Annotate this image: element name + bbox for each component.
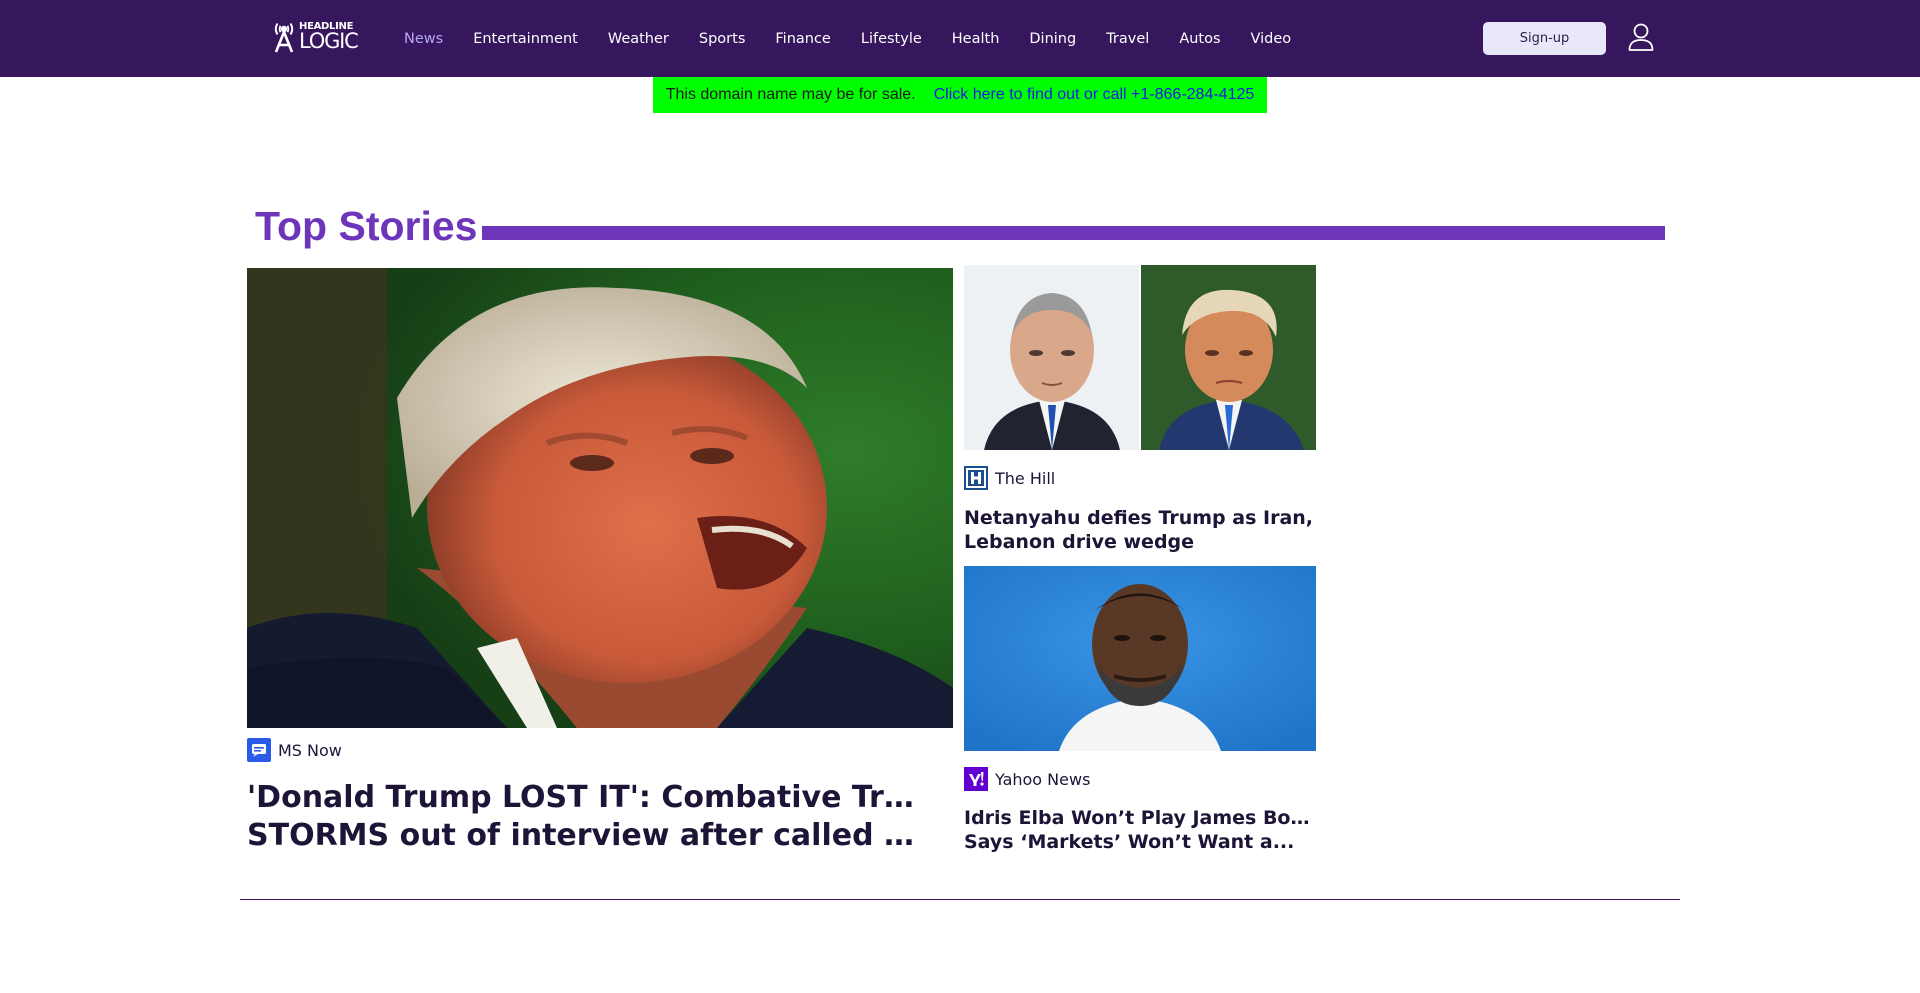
side-story-2-source[interactable]: Yahoo News bbox=[964, 767, 1090, 791]
main-story-source[interactable]: MS Now bbox=[247, 738, 342, 762]
source-name: The Hill bbox=[995, 468, 1056, 488]
nav-item-health[interactable]: Health bbox=[937, 31, 1015, 47]
nav-item-news[interactable]: News bbox=[389, 31, 458, 47]
sign-up-button[interactable]: Sign-up bbox=[1483, 22, 1606, 55]
nav-item-weather[interactable]: Weather bbox=[593, 31, 684, 47]
nav-item-sports[interactable]: Sports bbox=[684, 31, 760, 47]
domain-for-sale-banner: This domain name may be for sale. Click … bbox=[653, 77, 1267, 113]
nav-item-dining[interactable]: Dining bbox=[1014, 31, 1091, 47]
headline-line-2: Lebanon drive wedge bbox=[964, 531, 1195, 553]
section-divider-bar bbox=[482, 226, 1665, 240]
source-name: MS Now bbox=[278, 740, 342, 760]
headline-line-1: Netanyahu defies Trump as Iran, bbox=[964, 507, 1314, 529]
top-navigation-bar: HEADLINE LOGIC News Entertainment Weathe… bbox=[0, 0, 1920, 77]
side-story-1-source[interactable]: The Hill bbox=[964, 466, 1055, 490]
nav-item-video[interactable]: Video bbox=[1236, 31, 1307, 47]
side-story-2-headline[interactable]: Idris Elba Won’t Play James Bond, Says ‘… bbox=[964, 806, 1316, 856]
top-stories-title: Top Stories bbox=[255, 203, 478, 249]
headline-line-1: Idris Elba Won’t Play James Bond, bbox=[964, 807, 1316, 829]
nav-item-travel[interactable]: Travel bbox=[1091, 31, 1164, 47]
main-story-headline[interactable]: 'Donald Trump LOST IT': Combative Trump … bbox=[247, 779, 927, 857]
logo-line-2: LOGIC bbox=[299, 29, 359, 53]
headline-line-1: 'Donald Trump LOST IT': Combative Trump bbox=[247, 780, 927, 815]
ms-now-icon bbox=[247, 738, 271, 762]
source-name: Yahoo News bbox=[995, 769, 1091, 789]
logo-wordmark: HEADLINE LOGIC bbox=[299, 22, 359, 53]
headline-line-2: Says ‘Markets’ Won’t Want a... bbox=[964, 831, 1295, 853]
yahoo-icon bbox=[964, 767, 988, 791]
section-bottom-divider bbox=[240, 899, 1680, 900]
side-story-2-image[interactable] bbox=[964, 566, 1316, 751]
user-icon[interactable] bbox=[1628, 23, 1654, 51]
side-story-1-image[interactable] bbox=[964, 265, 1316, 450]
nav-item-entertainment[interactable]: Entertainment bbox=[458, 31, 593, 47]
main-nav: News Entertainment Weather Sports Financ… bbox=[389, 0, 1306, 77]
the-hill-icon bbox=[964, 466, 988, 490]
nav-item-lifestyle[interactable]: Lifestyle bbox=[846, 31, 937, 47]
headline-line-2: STORMS out of interview after called out… bbox=[247, 818, 927, 853]
nav-item-autos[interactable]: Autos bbox=[1164, 31, 1235, 47]
domain-sale-text: This domain name may be for sale. bbox=[665, 86, 916, 103]
main-story-image[interactable] bbox=[247, 268, 953, 728]
radio-tower-logo-icon bbox=[274, 22, 294, 53]
side-story-1-headline[interactable]: Netanyahu defies Trump as Iran, Lebanon … bbox=[964, 506, 1316, 556]
headline-logic-logo[interactable]: HEADLINE LOGIC bbox=[272, 20, 360, 54]
domain-sale-link[interactable]: Click here to find out or call +1-866-28… bbox=[934, 86, 1255, 104]
nav-item-finance[interactable]: Finance bbox=[760, 31, 845, 47]
